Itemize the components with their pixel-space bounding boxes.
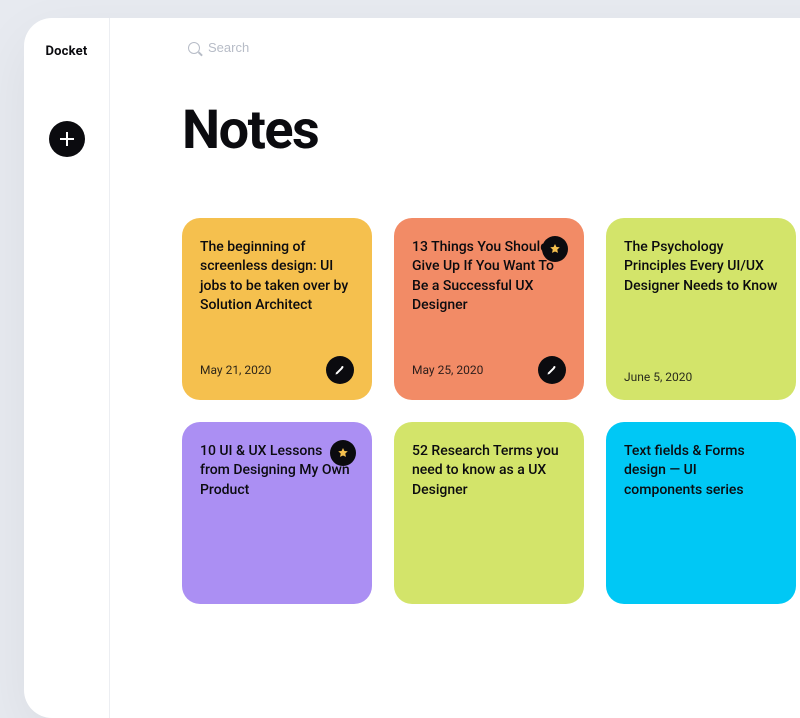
note-card[interactable]: 52 Research Terms you need to know as a … [394, 422, 584, 604]
note-date: May 25, 2020 [412, 363, 483, 377]
note-date: June 5, 2020 [624, 370, 692, 384]
app-window: Docket Notes The beginning of screenless… [24, 18, 800, 718]
star-icon[interactable] [330, 440, 356, 466]
main-content: Notes The beginning of screenless design… [110, 18, 800, 718]
notes-grid: The beginning of screenless design: UI j… [182, 218, 800, 604]
note-footer: May 25, 2020 [412, 356, 566, 384]
note-title: 52 Research Terms you need to know as a … [412, 442, 566, 500]
note-title: The Psychology Principles Every UI/UX De… [624, 238, 778, 296]
note-date: May 21, 2020 [200, 363, 271, 377]
edit-note-button[interactable] [326, 356, 354, 384]
brand-logo: Docket [46, 44, 88, 59]
note-card[interactable]: 13 Things You Should Give Up If You Want… [394, 218, 584, 400]
note-card[interactable]: Text fields & Forms design — UI componen… [606, 422, 796, 604]
note-footer: May 21, 2020 [200, 356, 354, 384]
note-title: The beginning of screenless design: UI j… [200, 238, 354, 315]
sidebar: Docket [24, 18, 110, 718]
note-card[interactable]: The Psychology Principles Every UI/UX De… [606, 218, 796, 400]
add-note-button[interactable] [49, 121, 85, 157]
search-bar[interactable] [188, 40, 800, 55]
note-card[interactable]: 10 UI & UX Lessons from Designing My Own… [182, 422, 372, 604]
note-card[interactable]: The beginning of screenless design: UI j… [182, 218, 372, 400]
search-input[interactable] [208, 40, 408, 55]
note-title: Text fields & Forms design — UI componen… [624, 442, 778, 500]
note-footer: June 5, 2020 [624, 370, 778, 384]
search-icon [188, 42, 200, 54]
page-title: Notes [182, 99, 800, 162]
star-icon[interactable] [542, 236, 568, 262]
edit-note-button[interactable] [538, 356, 566, 384]
plus-icon [60, 132, 74, 146]
